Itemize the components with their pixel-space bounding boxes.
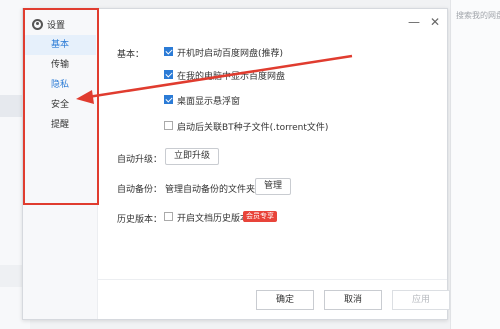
background-list-item <box>0 265 22 287</box>
option-bt-association-label: 启动后关联BT种子文件(.torrent文件) <box>177 123 329 133</box>
option-show-in-computer-checkbox[interactable] <box>164 70 173 79</box>
close-button[interactable]: ✕ <box>428 15 442 29</box>
option-show-in-computer-label: 在我的电脑中显示百度网盘 <box>177 72 286 82</box>
sidebar-item-label: 隐私 <box>51 80 70 90</box>
history-version-checkbox[interactable] <box>164 212 173 221</box>
sidebar-item-label: 安全 <box>51 100 70 110</box>
history-version-option-label: 开启文档历史版本 <box>177 214 250 224</box>
auto-backup-description: 管理自动备份的文件夹 <box>165 185 256 195</box>
manage-backup-button[interactable]: 管理 <box>255 178 292 195</box>
history-version-label: 历史版本： <box>117 215 163 225</box>
basic-label: 基本： <box>117 50 145 60</box>
dialog-title: 设置 <box>32 16 65 32</box>
apply-button[interactable]: 应用 <box>392 290 450 310</box>
auto-backup-label: 自动备份： <box>117 185 163 195</box>
sidebar-item-label: 提醒 <box>51 120 70 130</box>
dialog-title-text: 设置 <box>47 20 66 31</box>
ok-button[interactable]: 确定 <box>256 290 314 310</box>
option-floating-window-checkbox[interactable] <box>164 95 173 104</box>
settings-dialog: 设置 基本 传输 隐私 安全 提醒 — ✕ 基本： 开机时启动百度网盘(推荐) … <box>22 8 450 320</box>
sidebar-item-basic[interactable]: 基本 <box>25 35 96 55</box>
dialog-footer: 确定 取消 应用 <box>98 279 450 319</box>
sidebar-item-label: 基本 <box>51 40 70 50</box>
gear-icon <box>32 18 43 30</box>
sidebar-item-label: 传输 <box>51 60 70 70</box>
sidebar-item-transfer[interactable]: 传输 <box>25 55 96 75</box>
sidebar-item-security[interactable]: 安全 <box>25 95 96 115</box>
option-autostart-checkbox[interactable] <box>164 47 173 56</box>
option-autostart-label: 开机时启动百度网盘(推荐) <box>177 49 284 59</box>
member-only-badge: 会员专享 <box>243 211 277 222</box>
sidebar-item-reminder[interactable]: 提醒 <box>25 115 96 135</box>
settings-sidebar: 设置 基本 传输 隐私 安全 提醒 <box>23 9 98 319</box>
auto-upgrade-label: 自动升级： <box>117 155 163 165</box>
cancel-button[interactable]: 取消 <box>324 290 382 310</box>
option-floating-window-label: 桌面显示悬浮窗 <box>177 97 241 107</box>
search-input[interactable]: 搜索我的网盘 <box>456 6 500 26</box>
minimize-button[interactable]: — <box>407 15 421 29</box>
background-list-item <box>0 95 22 117</box>
upgrade-now-button[interactable]: 立即升级 <box>165 148 220 165</box>
option-bt-association-checkbox[interactable] <box>164 121 173 130</box>
background-app-right <box>450 0 500 329</box>
sidebar-item-privacy[interactable]: 隐私 <box>25 75 96 95</box>
